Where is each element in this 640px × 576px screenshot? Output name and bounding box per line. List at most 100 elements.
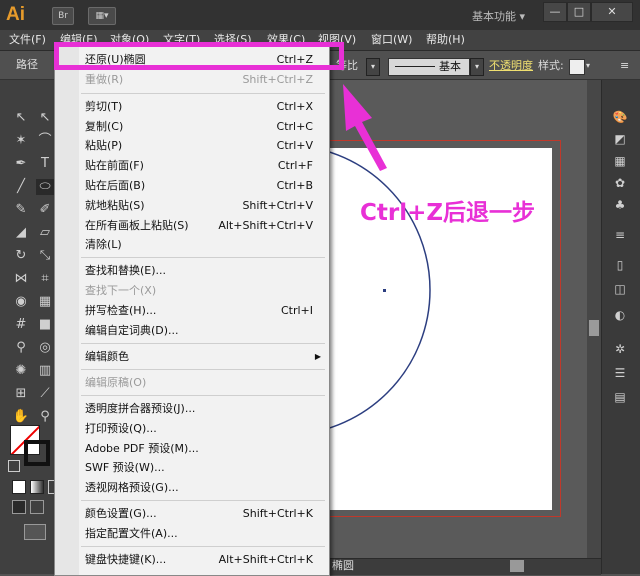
artboards-panel-icon[interactable]: ▤ (608, 388, 632, 406)
menu-file[interactable]: 文件(F) (9, 32, 46, 48)
stroke-swatch[interactable] (24, 440, 50, 466)
vertical-scrollbar[interactable] (587, 80, 601, 558)
menu-item-shortcut: Ctrl+F (277, 159, 313, 172)
menu-window[interactable]: 窗口(W) (371, 32, 412, 48)
menu-spell-check[interactable]: 拼写检查(H)... Ctrl+I (55, 301, 329, 320)
horizontal-scroll-thumb[interactable] (510, 560, 524, 572)
minimize-button[interactable]: — (543, 2, 567, 22)
menu-pdf-presets[interactable]: Adobe PDF 预设(M)... (55, 439, 329, 458)
swatches-panel-icon[interactable]: ▦ (608, 152, 632, 170)
menu-item-label: 透明度拼合器预设(J)... (85, 402, 196, 415)
menu-edit-original: 编辑原稿(O) (55, 373, 329, 392)
menu-print-presets[interactable]: 打印预设(Q)... (55, 419, 329, 438)
menu-copy[interactable]: 复制(C) Ctrl+C (55, 117, 329, 136)
menu-item-shortcut: Shift+Ctrl+K (242, 507, 313, 520)
arrange-documents-icon[interactable]: ▦▾ (88, 7, 116, 25)
stroke-panel-icon[interactable]: ≡ (608, 226, 632, 244)
magic-wand-tool-icon[interactable]: ✶ (12, 133, 30, 149)
pen-tool-icon[interactable]: ✒ (12, 156, 30, 172)
menu-flattener-presets[interactable]: 透明度拼合器预设(J)... (55, 399, 329, 418)
brushes-panel-icon[interactable]: ✿ (608, 174, 632, 192)
menu-help[interactable]: 帮助(H) (426, 32, 465, 48)
transparency-panel-icon[interactable]: ◫ (608, 280, 632, 298)
color-mode-icon[interactable] (12, 480, 26, 494)
menu-item-shortcut: Shift+Ctrl+V (242, 199, 313, 212)
menu-item-label: 贴在后面(B) (85, 179, 146, 192)
color-guide-panel-icon[interactable]: ◩ (608, 130, 632, 148)
eraser-tool-icon[interactable]: ▱ (36, 225, 54, 241)
type-tool-icon[interactable]: T (36, 156, 54, 172)
color-panel-icon[interactable]: 🎨 (608, 108, 632, 126)
panel-menu-icon[interactable]: ≡ (620, 58, 634, 74)
hand-tool-icon[interactable]: ✋ (12, 409, 30, 425)
artboard-tool-icon[interactable]: ⊞ (12, 386, 30, 402)
rotate-tool-icon[interactable]: ↻ (12, 248, 30, 264)
stroke-ratio-dropdown[interactable]: ▾ (366, 58, 380, 76)
menu-paste-in-place[interactable]: 就地粘贴(S) Shift+Ctrl+V (55, 196, 329, 215)
opacity-link[interactable]: 不透明度 (489, 58, 533, 74)
paintbrush-tool-icon[interactable]: ✎ (12, 202, 30, 218)
shape-builder-tool-icon[interactable]: ◉ (12, 294, 30, 310)
gradient-mode-icon[interactable] (30, 480, 44, 494)
symbol-sprayer-tool-icon[interactable]: ✺ (12, 363, 30, 379)
menu-assign-profile[interactable]: 指定配置文件(A)... (55, 524, 329, 543)
draw-behind-icon[interactable] (30, 500, 44, 514)
menu-item-shortcut: Alt+Shift+Ctrl+V (218, 219, 313, 232)
scale-tool-icon[interactable]: ⤡ (36, 248, 54, 264)
eyedropper-tool-icon[interactable]: ⚲ (12, 340, 30, 356)
menu-cut[interactable]: 剪切(T) Ctrl+X (55, 97, 329, 116)
mesh-tool-icon[interactable]: # (12, 317, 30, 333)
menu-color-settings[interactable]: 颜色设置(G)... Shift+Ctrl+K (55, 504, 329, 523)
width-tool-icon[interactable]: ⋈ (12, 271, 30, 287)
gradient-panel-icon[interactable]: ▯ (608, 256, 632, 274)
close-button[interactable]: ✕ (591, 2, 633, 22)
pencil-tool-icon[interactable]: ✐ (36, 202, 54, 218)
maximize-button[interactable]: □ (567, 2, 591, 22)
stroke-style-dropdown[interactable]: ▾ (470, 58, 484, 76)
menu-clear[interactable]: 清除(L) (55, 235, 329, 254)
blob-brush-tool-icon[interactable]: ◢ (12, 225, 30, 241)
workspace-switcher[interactable]: 基本功能 ▾ (472, 8, 525, 24)
ellipse-tool-icon[interactable]: ⬭ (36, 179, 54, 195)
perspective-grid-tool-icon[interactable]: ▦ (36, 294, 54, 310)
symbols-panel-icon[interactable]: ♣ (608, 196, 632, 214)
menu-item-label: 编辑原稿(O) (85, 376, 147, 389)
menu-edit-colors[interactable]: 编辑颜色 ▶ (55, 347, 329, 366)
default-colors-icon[interactable] (8, 460, 20, 472)
menu-perspective-grid-presets[interactable]: 透视网格预设(G)... (55, 478, 329, 497)
menu-paste-in-front[interactable]: 贴在前面(F) Ctrl+F (55, 156, 329, 175)
stroke-style-field[interactable]: 基本 (388, 58, 470, 76)
menu-swf-presets[interactable]: SWF 预设(W)... (55, 458, 329, 477)
menu-item-label: 粘贴(P) (85, 139, 123, 152)
menu-item-shortcut: Ctrl+V (276, 139, 313, 152)
menu-find-replace[interactable]: 查找和替换(E)... (55, 261, 329, 280)
menu-paste-all-artboards[interactable]: 在所有画板上粘贴(S) Alt+Shift+Ctrl+V (55, 216, 329, 235)
free-transform-tool-icon[interactable]: ⌗ (36, 271, 54, 287)
menu-paste[interactable]: 粘贴(P) Ctrl+V (55, 136, 329, 155)
menu-item-shortcut: Ctrl+B (276, 179, 313, 192)
zoom-tool-icon[interactable]: ⚲ (36, 409, 54, 425)
graphic-styles-panel-icon[interactable]: ✲ (608, 340, 632, 358)
selection-tool-icon[interactable]: ↖ (12, 110, 30, 126)
menu-paste-in-back[interactable]: 贴在后面(B) Ctrl+B (55, 176, 329, 195)
direct-selection-tool-icon[interactable]: ↖ (36, 110, 54, 126)
menu-item-shortcut: Alt+Shift+Ctrl+K (218, 553, 313, 566)
style-dropdown-chevron-icon[interactable]: ▾ (586, 58, 596, 74)
menu-separator (81, 343, 325, 344)
layers-panel-icon[interactable]: ☰ (608, 364, 632, 382)
screen-mode-icon[interactable] (24, 524, 46, 540)
slice-tool-icon[interactable]: ⟋ (36, 386, 54, 402)
draw-normal-icon[interactable] (12, 500, 26, 514)
menu-keyboard-shortcuts[interactable]: 键盘快捷键(K)... Alt+Shift+Ctrl+K (55, 550, 329, 569)
lasso-tool-icon[interactable]: ⌒ (36, 133, 54, 149)
style-swatch[interactable] (569, 59, 585, 75)
bridge-button[interactable]: Br (52, 7, 74, 25)
appearance-panel-icon[interactable]: ◐ (608, 306, 632, 324)
menu-edit-dictionary[interactable]: 编辑自定词典(D)... (55, 321, 329, 340)
illustrator-logo: Ai (6, 4, 25, 25)
gradient-tool-icon[interactable]: ■ (36, 317, 54, 333)
blend-tool-icon[interactable]: ◎ (36, 340, 54, 356)
column-graph-tool-icon[interactable]: ▥ (36, 363, 54, 379)
edit-menu-dropdown: 还原(U)椭圆 Ctrl+Z 重做(R) Shift+Ctrl+Z 剪切(T) Ctr… (54, 45, 330, 576)
line-tool-icon[interactable]: ╱ (12, 179, 30, 195)
